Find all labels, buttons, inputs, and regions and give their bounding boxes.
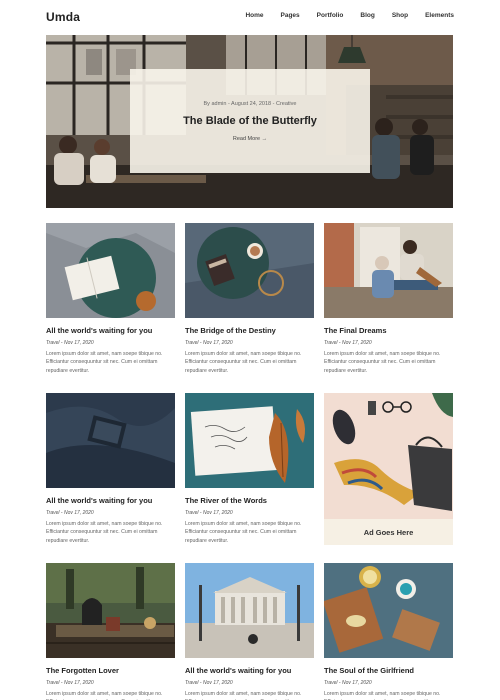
post-thumbnail[interactable] bbox=[46, 563, 175, 658]
nav-pages[interactable]: Pages bbox=[281, 12, 300, 19]
main-nav: Home Pages Portfolio Blog Shop Elements bbox=[228, 12, 454, 19]
post-excerpt: Lorem ipsum dolor sit amet, nam soepe ti… bbox=[185, 351, 302, 374]
hero-read-more-link[interactable]: Read More → bbox=[130, 136, 370, 142]
post-meta: Travel - Nov 17, 2020 bbox=[46, 510, 94, 516]
post-thumbnail[interactable] bbox=[46, 393, 175, 488]
post-excerpt: Lorem ipsum dolor sit amet, nam soepe ti… bbox=[324, 351, 441, 374]
post-title[interactable]: The Final Dreams bbox=[324, 326, 453, 335]
post-excerpt: Lorem ipsum dolor sit amet, nam soepe ti… bbox=[324, 691, 441, 700]
site-logo[interactable]: Umda bbox=[46, 10, 80, 24]
post-title[interactable]: All the world's waiting for you bbox=[46, 496, 175, 505]
post-meta: Travel - Nov 17, 2020 bbox=[46, 340, 94, 346]
post-meta: Travel - Nov 17, 2020 bbox=[185, 510, 233, 516]
nav-shop[interactable]: Shop bbox=[392, 12, 408, 19]
post-thumbnail[interactable] bbox=[185, 563, 314, 658]
post-title[interactable]: All the world's waiting for you bbox=[46, 326, 175, 335]
nav-blog[interactable]: Blog bbox=[360, 12, 374, 19]
post-meta: Travel - Nov 17, 2020 bbox=[324, 680, 372, 686]
site-header: Umda Home Pages Portfolio Blog Shop Elem… bbox=[0, 0, 500, 36]
post-excerpt: Lorem ipsum dolor sit amet, nam soepe ti… bbox=[185, 521, 302, 544]
post-excerpt: Lorem ipsum dolor sit amet, nam soepe ti… bbox=[46, 521, 163, 544]
post-excerpt: Lorem ipsum dolor sit amet, nam soepe ti… bbox=[46, 351, 163, 374]
post-title[interactable]: All the world's waiting for you bbox=[185, 666, 314, 675]
hero-title[interactable]: The Blade of the Butterfly bbox=[130, 115, 370, 127]
hero-meta: By admin - August 24, 2018 - Creative bbox=[203, 101, 297, 107]
post-excerpt: Lorem ipsum dolor sit amet, nam soepe ti… bbox=[46, 691, 163, 700]
post-title[interactable]: The Bridge of the Destiny bbox=[185, 326, 314, 335]
post-meta: Travel - Nov 17, 2020 bbox=[185, 680, 233, 686]
ad-block[interactable]: Ad Goes Here bbox=[324, 393, 453, 545]
ad-image bbox=[324, 393, 453, 519]
nav-elements[interactable]: Elements bbox=[425, 12, 454, 19]
post-excerpt: Lorem ipsum dolor sit amet, nam soepe ti… bbox=[185, 691, 302, 700]
post-thumbnail[interactable] bbox=[324, 563, 453, 658]
post-meta: Travel - Nov 17, 2020 bbox=[46, 680, 94, 686]
post-meta: Travel - Nov 17, 2020 bbox=[324, 340, 372, 346]
ad-label: Ad Goes Here bbox=[363, 528, 414, 537]
post-thumbnail[interactable] bbox=[324, 223, 453, 318]
hero-banner[interactable]: By admin - August 24, 2018 - Creative Th… bbox=[46, 35, 453, 208]
post-title[interactable]: The Forgotten Lover bbox=[46, 666, 175, 675]
post-thumbnail[interactable] bbox=[46, 223, 175, 318]
nav-portfolio[interactable]: Portfolio bbox=[317, 12, 344, 19]
post-thumbnail[interactable] bbox=[185, 223, 314, 318]
post-title[interactable]: The Soul of the Girlfriend bbox=[324, 666, 453, 675]
post-meta: Travel - Nov 17, 2020 bbox=[185, 340, 233, 346]
nav-home[interactable]: Home bbox=[245, 12, 263, 19]
hero-card: By admin - August 24, 2018 - Creative Th… bbox=[130, 69, 370, 173]
post-thumbnail[interactable] bbox=[185, 393, 314, 488]
post-title[interactable]: The River of the Words bbox=[185, 496, 314, 505]
